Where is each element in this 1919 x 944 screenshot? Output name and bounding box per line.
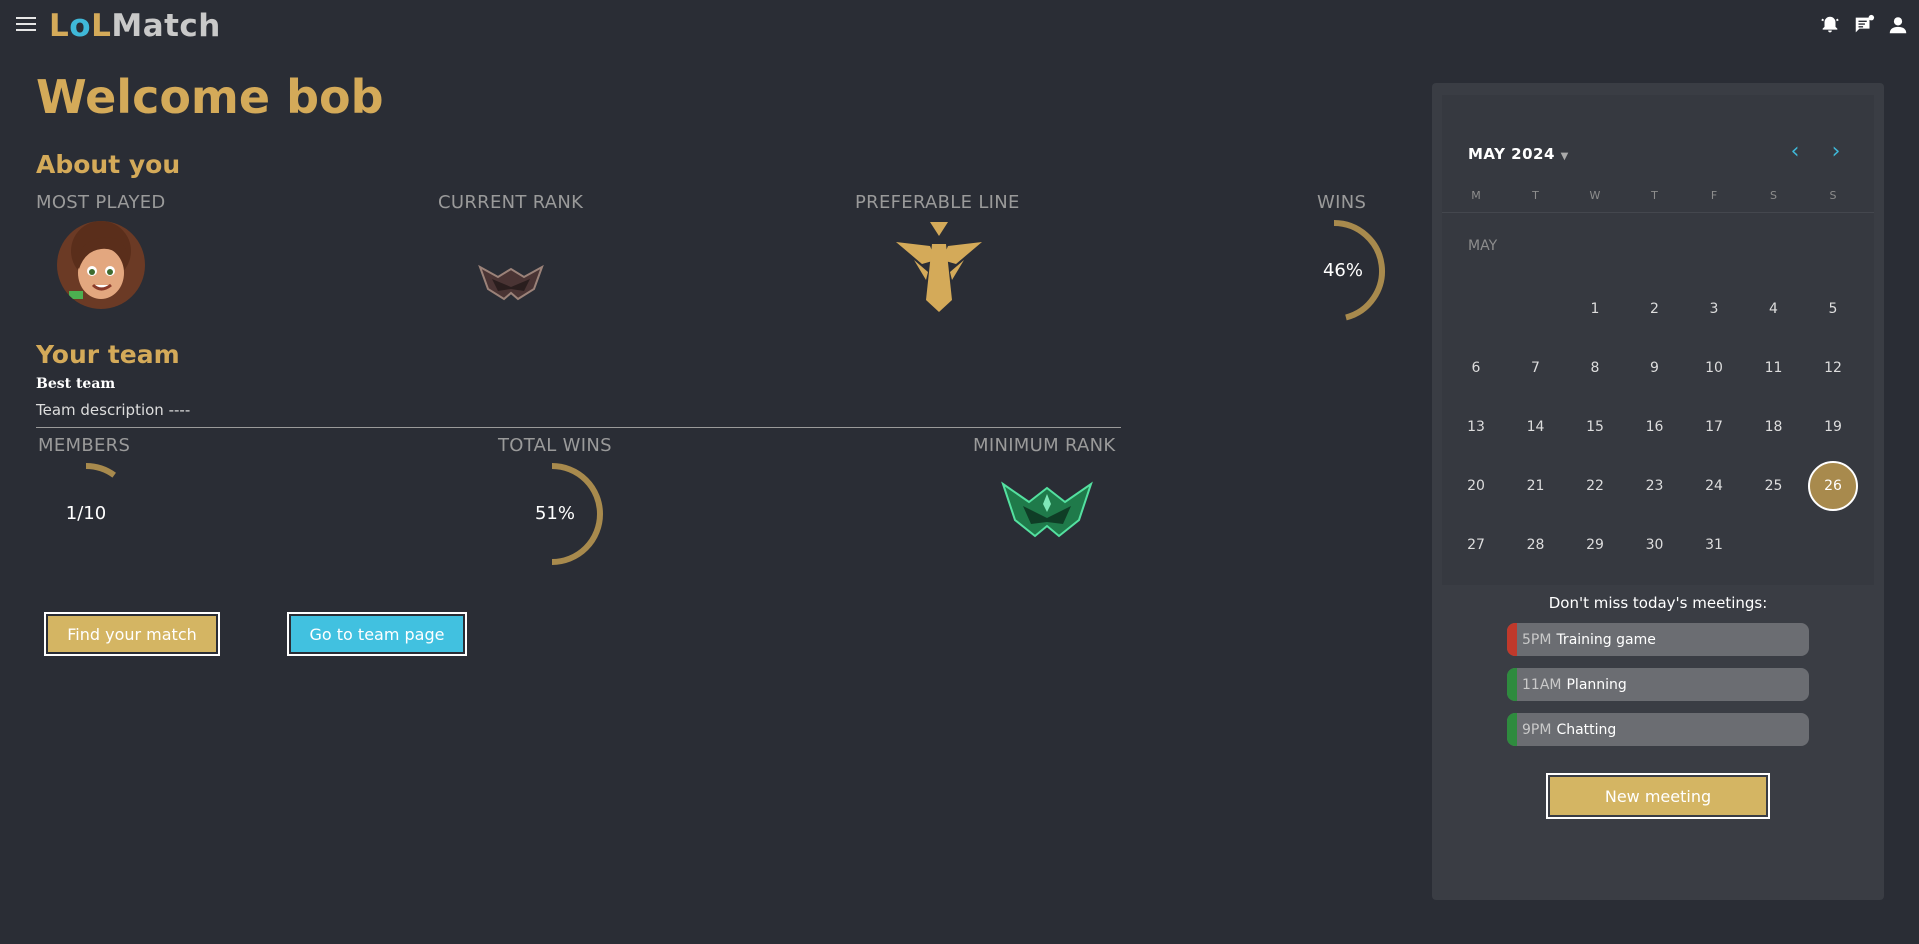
divider <box>36 427 1121 428</box>
weekday-label: S <box>1770 189 1777 202</box>
meeting-title: Chatting <box>1556 721 1617 738</box>
meeting-time: 9PM <box>1522 721 1552 738</box>
day-cell[interactable]: 10 <box>1689 343 1739 393</box>
notification-icon[interactable] <box>1819 14 1841 36</box>
wins-label: WINS <box>1317 192 1367 213</box>
preferable-line-label: PREFERABLE LINE <box>855 192 1020 213</box>
most-played-label: MOST PLAYED <box>36 192 166 213</box>
meeting-title: Training game <box>1556 631 1656 648</box>
prev-month-icon[interactable]: ‹ <box>1784 141 1806 163</box>
weekday-label: T <box>1532 189 1539 202</box>
day-cell[interactable]: 9 <box>1630 343 1680 393</box>
day-cell-today[interactable]: 26 <box>1808 461 1858 511</box>
current-rank-label: CURRENT RANK <box>438 192 584 213</box>
day-cell[interactable]: 18 <box>1749 402 1799 452</box>
day-cell[interactable]: 6 <box>1451 343 1501 393</box>
day-cell[interactable]: 30 <box>1630 520 1680 570</box>
weekday-label: F <box>1710 189 1718 202</box>
day-cell[interactable]: 29 <box>1570 520 1620 570</box>
day-cell[interactable]: 5 <box>1808 284 1858 334</box>
page-title: Welcome bob <box>36 70 384 124</box>
top-bar: LoLMatch <box>0 0 1919 54</box>
minimum-rank-emblem-icon <box>1001 474 1093 544</box>
meeting-color-bar <box>1507 713 1517 746</box>
day-cell[interactable]: 24 <box>1689 461 1739 511</box>
lane-role-icon <box>894 220 984 312</box>
day-cell[interactable]: 22 <box>1570 461 1620 511</box>
month-selector[interactable]: MAY 2024 ▼ <box>1468 145 1569 163</box>
meeting-color-bar <box>1507 668 1517 701</box>
members-label: MEMBERS <box>38 435 131 456</box>
logo-word: Match <box>111 8 221 44</box>
total-wins-value: 51% <box>534 503 575 524</box>
day-cell[interactable]: 16 <box>1630 402 1680 452</box>
members-value: 1/10 <box>65 503 107 524</box>
day-cell[interactable]: 28 <box>1511 520 1561 570</box>
calendar: MAY 2024 ▼ ‹ › MTWTFSS MAY 1 2 3 4 5 6 7 8 9 10 11… <box>1442 95 1874 585</box>
rank-emblem-icon <box>478 259 544 303</box>
weekday-label: W <box>1589 189 1601 202</box>
day-cell[interactable]: 1 <box>1570 284 1620 334</box>
logo-letter-3: L <box>91 8 112 44</box>
meeting-item[interactable]: 5PM Training game <box>1507 623 1809 656</box>
logo[interactable]: LoLMatch <box>49 8 221 44</box>
day-cell[interactable]: 2 <box>1630 284 1680 334</box>
next-month-icon[interactable]: › <box>1825 141 1847 163</box>
month-label: MAY <box>1468 238 1498 254</box>
day-cell[interactable]: 25 <box>1749 461 1799 511</box>
meetings-title: Don't miss today's meetings: <box>1548 594 1768 612</box>
day-cell[interactable]: 21 <box>1511 461 1561 511</box>
day-cell[interactable]: 3 <box>1689 284 1739 334</box>
team-name: Best team <box>36 376 116 392</box>
day-cell[interactable]: 19 <box>1808 402 1858 452</box>
weekday-label: S <box>1829 189 1837 202</box>
message-icon[interactable] <box>1853 14 1875 36</box>
meeting-color-bar <box>1507 623 1517 656</box>
logo-letter-2: o <box>69 8 92 44</box>
about-title: About you <box>36 150 181 179</box>
day-cell[interactable]: 17 <box>1689 402 1739 452</box>
meeting-item[interactable]: 11AM Planning <box>1507 668 1809 701</box>
total-wins-label: TOTAL WINS <box>498 435 612 456</box>
day-cell[interactable]: 8 <box>1570 343 1620 393</box>
wins-value: 46% <box>1322 260 1363 281</box>
logo-letter-1: L <box>49 8 70 44</box>
day-cell[interactable]: 13 <box>1451 402 1501 452</box>
day-cell[interactable]: 7 <box>1511 343 1561 393</box>
day-cell[interactable]: 23 <box>1630 461 1680 511</box>
user-icon[interactable] <box>1887 14 1909 36</box>
day-cell[interactable]: 15 <box>1570 402 1620 452</box>
day-cell[interactable]: 11 <box>1749 343 1799 393</box>
team-page-button[interactable]: Go to team page <box>287 612 467 656</box>
meeting-title: Planning <box>1566 676 1627 693</box>
menu-icon[interactable] <box>16 17 36 33</box>
meeting-time: 11AM <box>1522 676 1562 693</box>
meeting-time: 5PM <box>1522 631 1552 648</box>
champion-avatar <box>57 221 145 309</box>
new-meeting-button[interactable]: New meeting <box>1546 773 1770 819</box>
day-cell[interactable]: 27 <box>1451 520 1501 570</box>
team-description: Team description ---- <box>36 401 191 419</box>
day-cell[interactable]: 20 <box>1451 461 1501 511</box>
day-cell[interactable]: 12 <box>1808 343 1858 393</box>
day-cell[interactable]: 4 <box>1749 284 1799 334</box>
weekday-label: M <box>1471 189 1481 202</box>
minimum-rank-label: MINIMUM RANK <box>973 435 1116 456</box>
find-match-button[interactable]: Find your match <box>44 612 220 656</box>
day-cell[interactable]: 14 <box>1511 402 1561 452</box>
team-title: Your team <box>36 340 180 369</box>
meeting-item[interactable]: 9PM Chatting <box>1507 713 1809 746</box>
day-cell[interactable]: 31 <box>1689 520 1739 570</box>
weekday-label: T <box>1651 189 1658 202</box>
